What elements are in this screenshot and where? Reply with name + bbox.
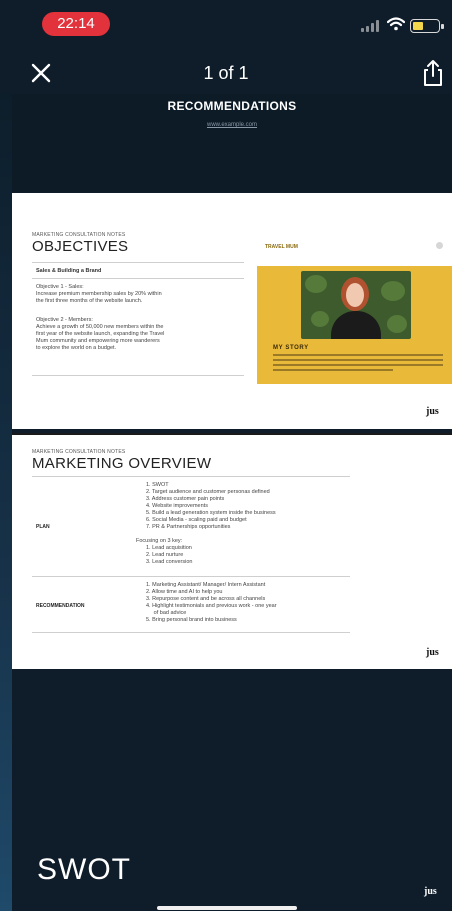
focus-item: 2. Lead nurture — [146, 552, 184, 558]
plan-item: 2. Target audience and customer personas… — [146, 489, 270, 495]
slide-heading: OBJECTIVES — [32, 238, 129, 255]
divider — [32, 262, 244, 263]
divider — [32, 375, 244, 376]
decorative-dot — [436, 242, 443, 249]
divider — [32, 476, 350, 477]
recommendation-item: of bad advice — [146, 610, 187, 616]
recommendation-item: 2. Allow time and AI to help you — [146, 589, 223, 595]
story-text-line — [273, 354, 443, 356]
plan-item: 1. SWOT — [146, 482, 169, 488]
marketing-overview-slide[interactable]: MARKETING CONSULTATION NOTES MARKETING O… — [12, 433, 452, 669]
recommendation-label: RECOMMENDATION — [36, 603, 85, 609]
objective-2-line: first year of the website launch, expand… — [36, 331, 165, 337]
plan-item: 6. Social Media - scaling paid and budge… — [146, 517, 247, 523]
plan-item: 3. Address customer pain points — [146, 496, 225, 502]
slide-title: RECOMMENDATIONS — [167, 99, 297, 113]
recommendation-item: 3. Repurpose content and be across all c… — [146, 596, 266, 602]
wifi-icon — [387, 17, 405, 31]
status-bar: 22:14 — [0, 0, 452, 44]
brand-logo: jus — [424, 886, 437, 897]
objective-2-line: Mum community and empowering more wander… — [36, 338, 160, 344]
page-indicator: 1 of 1 — [203, 63, 249, 83]
section-label: Sales & Building a Brand — [36, 268, 102, 274]
plan-item: 7. PR & Partnerships opportunities — [146, 524, 231, 530]
objective-2-title: Objective 2 - Members: — [36, 317, 93, 323]
viewer-nav-bar: 1 of 1 — [0, 54, 452, 94]
signal-icon — [361, 20, 379, 32]
plan-item: 5. Build a lead generation system inside… — [146, 510, 276, 516]
focus-item: 1. Lead acquisition — [146, 545, 192, 551]
objective-1-title: Objective 1 - Sales: — [36, 284, 84, 290]
focus-item: 3. Lead conversion — [146, 559, 193, 565]
slide-title: SWOT — [37, 853, 131, 886]
focus-title: Focusing on 3 key: — [136, 538, 183, 544]
brand-logo: jus — [426, 406, 439, 417]
objective-2-line: to explore the world on a budget. — [36, 345, 117, 351]
recommendations-slide[interactable]: RECOMMENDATIONS www.example.com — [12, 94, 452, 192]
divider — [32, 576, 350, 577]
divider — [32, 632, 350, 633]
swot-slide[interactable]: SWOT jus — [12, 671, 452, 911]
plan-item: 4. Website improvements — [146, 503, 208, 509]
slide-link[interactable]: www.example.com — [12, 122, 452, 128]
slide-heading: MARKETING OVERVIEW — [32, 455, 212, 472]
objective-2-line: Achieve a growth of 50,000 new members w… — [36, 324, 164, 330]
recommendation-item: 1. Marketing Assistant/ Manager/ Intern … — [146, 582, 266, 588]
panel-tag: TRAVEL MUM — [265, 244, 298, 250]
recommendation-item: 4. Highlight testimonials and previous w… — [146, 603, 277, 609]
objectives-slide[interactable]: MARKETING CONSULTATION NOTES OBJECTIVES … — [12, 193, 452, 429]
brand-logo: jus — [426, 647, 439, 658]
battery-icon — [410, 19, 444, 33]
status-time: 22:14 — [42, 12, 110, 36]
story-text-line — [273, 364, 443, 366]
home-indicator[interactable] — [157, 906, 297, 910]
plan-label: PLAN — [36, 524, 50, 530]
background-edge — [0, 94, 12, 911]
my-story-heading: MY STORY — [273, 345, 309, 351]
my-story-panel: MY STORY — [257, 266, 452, 384]
objective-1-line: Increase premium membership sales by 20%… — [36, 291, 162, 297]
objective-1-line: the first three months of the website la… — [36, 298, 143, 304]
recommendation-item: 5. Bring personal brand into business — [146, 617, 237, 623]
story-text-line — [273, 359, 443, 361]
divider — [32, 278, 244, 279]
story-text-line — [273, 369, 393, 371]
portrait-photo — [301, 271, 411, 339]
share-icon[interactable] — [420, 58, 446, 88]
